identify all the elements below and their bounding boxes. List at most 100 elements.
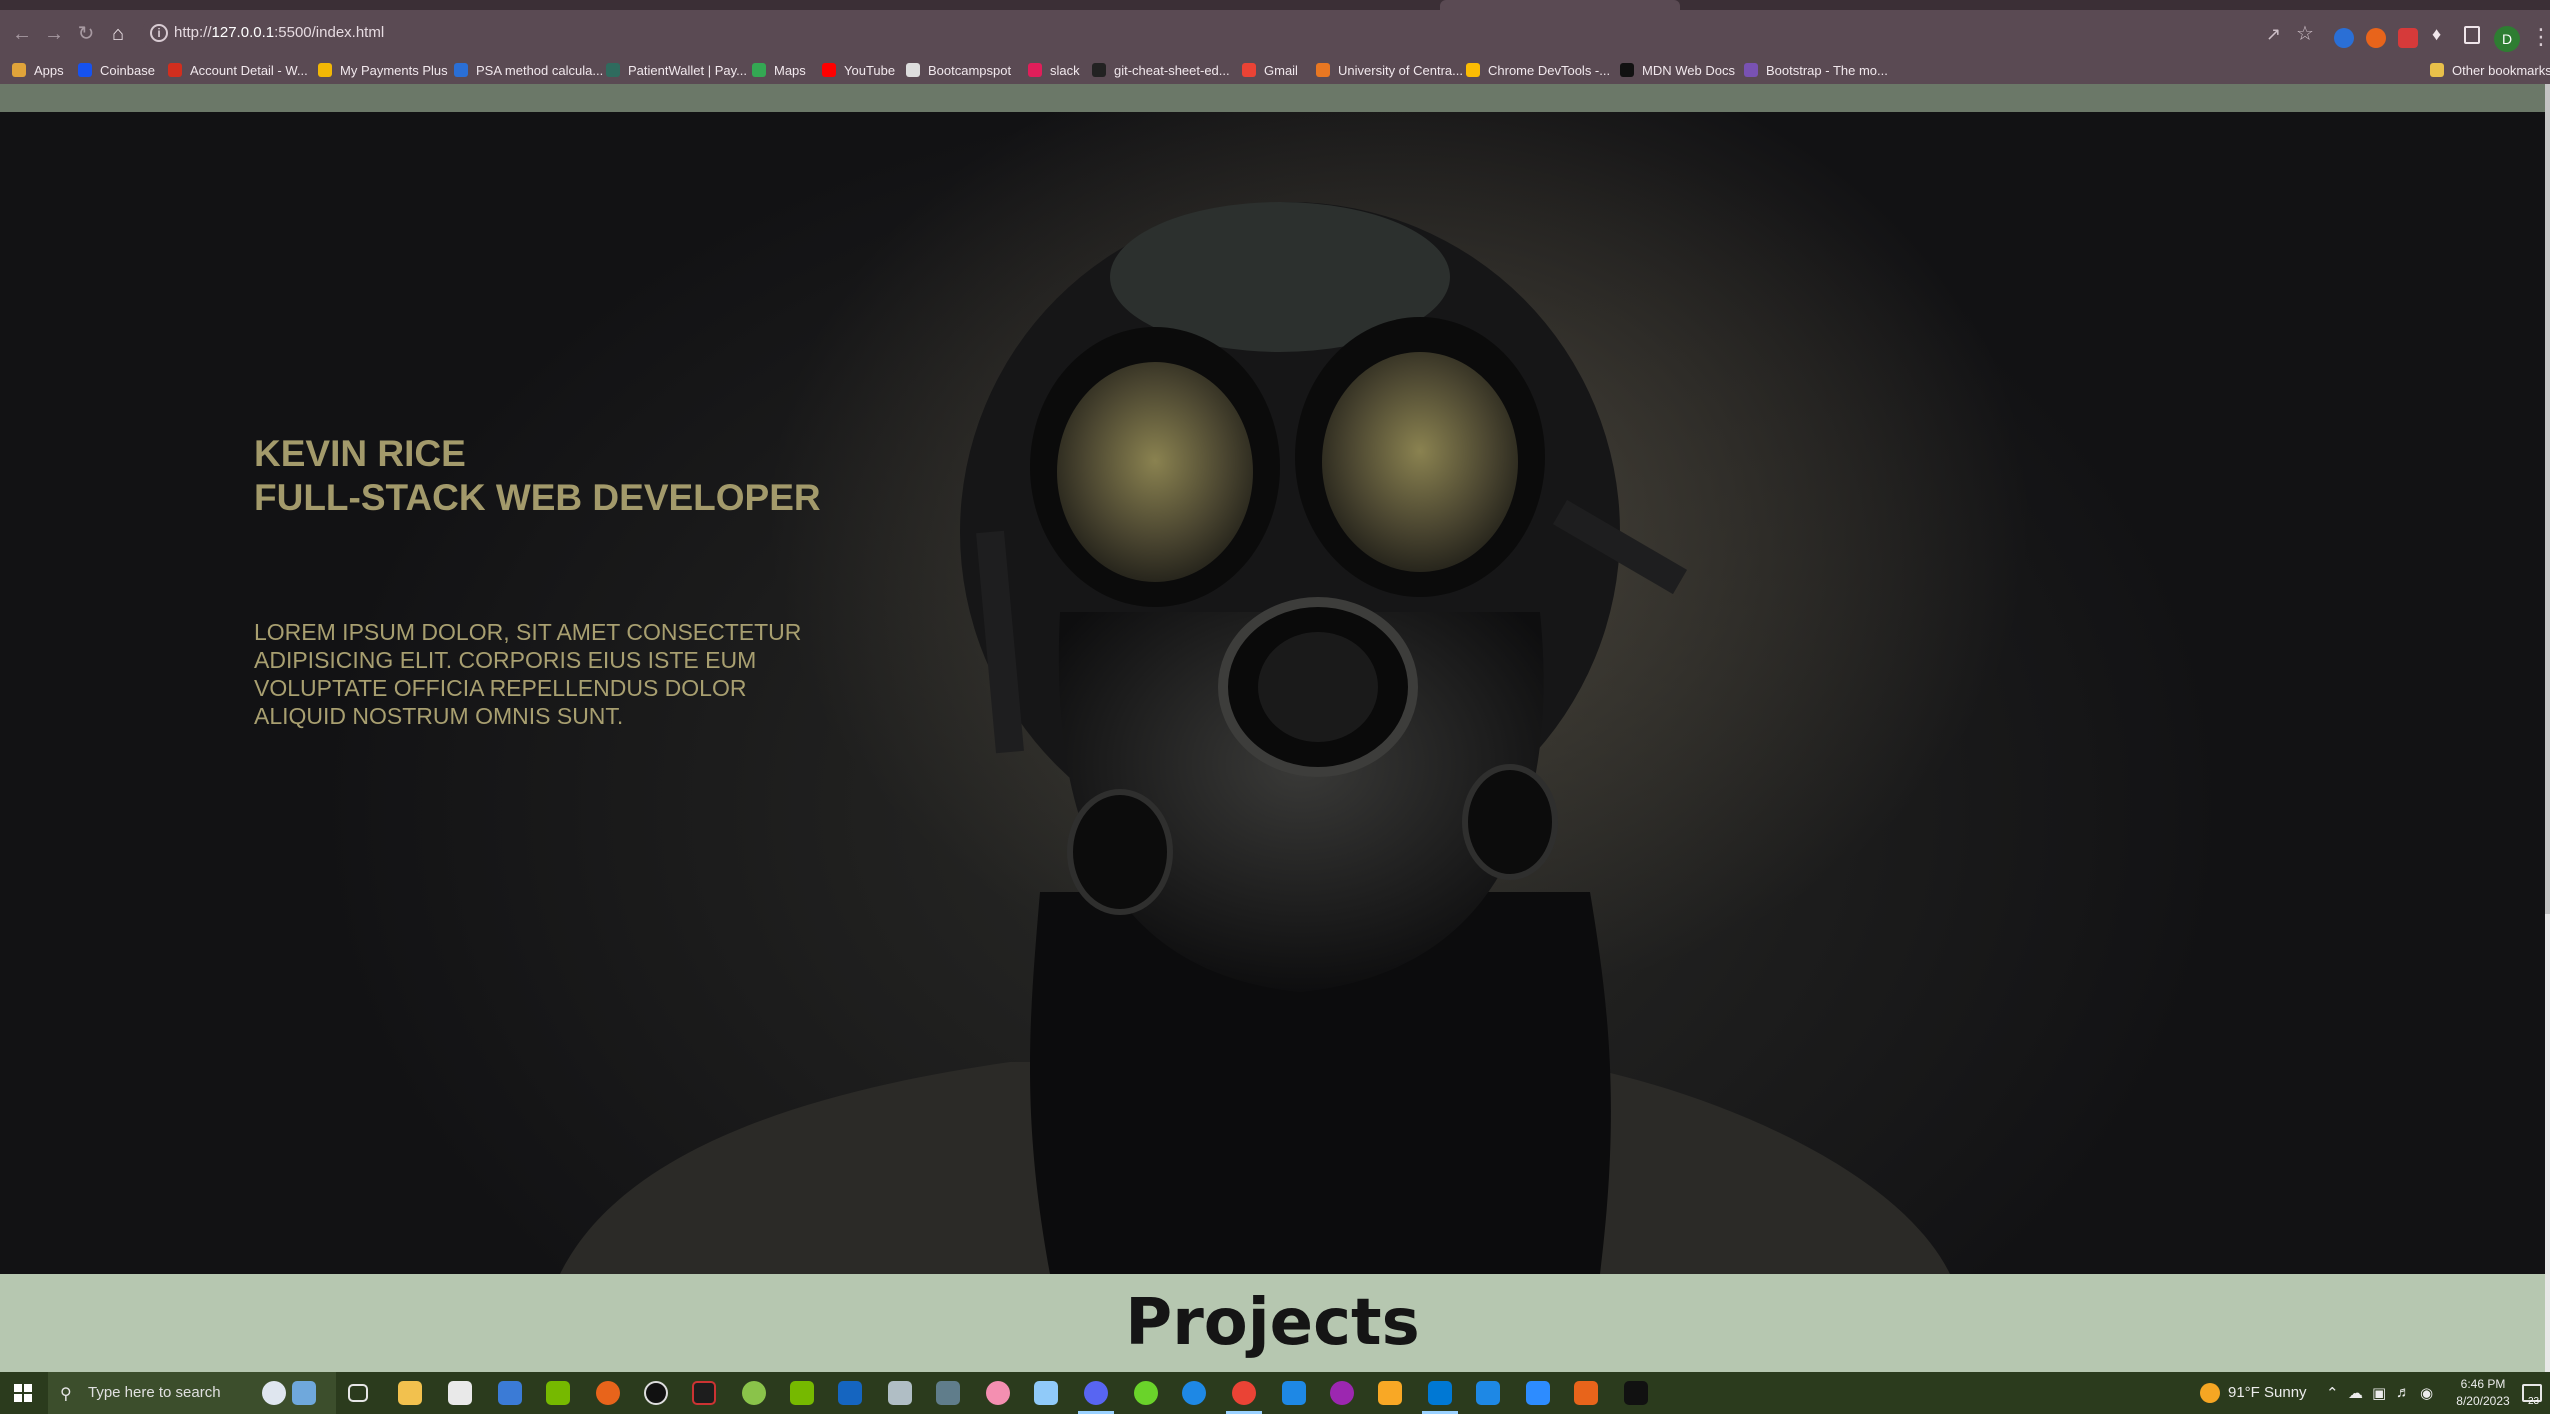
hero-name: KEVIN RICE [254,433,466,474]
profile-avatar[interactable]: D [2494,26,2520,52]
bookmark-label: PSA method calcula... [476,62,604,78]
bookmark-favicon-icon [1028,63,1042,77]
bookmark-item[interactable]: PSA method calcula... [454,61,603,79]
firefox-icon[interactable] [596,1381,620,1405]
extension-icon[interactable] [2334,28,2354,48]
volume-icon[interactable]: ♬ [2396,1384,2411,1401]
bookmark-item[interactable]: YouTube [822,61,895,79]
file-explorer-icon[interactable] [398,1381,422,1405]
bookmark-item[interactable]: Apps [12,61,64,79]
bookmark-item[interactable]: Bootstrap - The mo... [1744,61,1888,79]
bookmark-item[interactable]: MDN Web Docs [1620,61,1735,79]
zoom-icon[interactable] [1526,1381,1550,1405]
network-icon[interactable]: ▣ [2372,1384,2386,1402]
bookmark-favicon-icon [606,63,620,77]
scrollbar-thumb[interactable] [2545,84,2550,914]
home-icon[interactable]: ⌂ [106,22,130,46]
system-clock[interactable]: 6:46 PM 8/20/2023 [2448,1376,2518,1410]
bookmark-favicon-icon [1744,63,1758,77]
taskbar-app-icon[interactable] [1624,1381,1648,1405]
bookmark-item[interactable]: My Payments Plus [318,61,448,79]
bookmark-label: PatientWallet | Pay... [628,62,747,78]
extension-icon[interactable] [2398,28,2418,48]
tray-app-icon[interactable]: ◉ [2420,1384,2433,1402]
calculator-icon[interactable] [936,1381,960,1405]
puzzle-extensions-icon[interactable]: ♦ [2432,24,2441,45]
hero-blurb: LOREM IPSUM DOLOR, SIT AMET CONSECTETUR … [254,619,802,729]
xbox-icon[interactable] [1134,1381,1158,1405]
bookmark-item[interactable]: Chrome DevTools -... [1466,61,1610,79]
itunes-icon[interactable] [986,1381,1010,1405]
url-text[interactable]: http://127.0.0.1:5500/index.html [174,24,384,41]
reload-icon[interactable]: ↻ [74,22,98,46]
windows-start-icon[interactable] [14,1384,32,1402]
taskbar-app-icon[interactable] [292,1381,316,1405]
bookmarks-bar: Other bookmarks Apps Coinbase Account Deta… [0,56,2550,84]
bookmark-item[interactable]: Maps [752,61,806,79]
site-navbar [0,84,2545,112]
bookmark-star-icon[interactable]: ☆ [2296,21,2314,46]
page-scrollbar[interactable] [2545,84,2550,1372]
back-icon[interactable]: ← [10,22,34,46]
discord-icon[interactable] [1084,1381,1108,1405]
tray-chevron-icon[interactable]: ⌃ [2326,1384,2339,1402]
forward-icon[interactable]: → [42,22,66,46]
menu-kebab-icon[interactable]: ⋮ [2530,24,2550,50]
bookmark-label: Apps [34,62,64,78]
search-icon: ⚲ [60,1386,72,1403]
bookmark-favicon-icon [454,63,468,77]
github-icon[interactable] [1330,1381,1354,1405]
extension-icon[interactable] [2366,28,2386,48]
taskbar-app-icon[interactable] [1378,1381,1402,1405]
bookmark-label: Chrome DevTools -... [1488,62,1611,78]
address-bar[interactable]: i http://127.0.0.1:5500/index.html [142,16,2342,50]
store-icon[interactable] [448,1381,472,1405]
search-placeholder: Type here to search [88,1384,221,1401]
share-icon[interactable]: ↗ [2266,24,2281,45]
hero-section: KEVIN RICE FULL-STACK WEB DEVELOPER LORE… [0,112,2545,1274]
mail-icon[interactable] [498,1381,522,1405]
other-bookmarks[interactable]: Other bookmarks [2430,61,2550,79]
bookmark-favicon-icon [1092,63,1106,77]
hero-heading: KEVIN RICE FULL-STACK WEB DEVELOPER [254,432,874,520]
bookmark-item[interactable]: slack [1028,61,1080,79]
bookmark-favicon-icon [1466,63,1480,77]
taskbar-app-icon[interactable] [888,1381,912,1405]
weather-text[interactable]: 91°F Sunny [2228,1384,2307,1401]
taskbar-app-icon[interactable] [1034,1381,1058,1405]
gitlab-icon[interactable] [1574,1381,1598,1405]
bookmark-label: My Payments Plus [340,62,448,78]
bookmark-item[interactable]: University of Centra... [1316,61,1463,79]
side-panel-icon[interactable] [2464,26,2480,44]
chrome-icon[interactable] [1232,1381,1256,1405]
nvidia-icon[interactable] [790,1381,814,1405]
task-view-icon[interactable] [348,1384,368,1402]
bookmark-item[interactable]: Gmail [1242,61,1298,79]
taskbar-app-icon[interactable] [1282,1381,1306,1405]
nvidia-icon[interactable] [546,1381,570,1405]
vscode-icon[interactable] [1428,1381,1452,1405]
clock-date: 8/20/2023 [2456,1394,2510,1408]
weather-sun-icon[interactable] [2200,1383,2220,1403]
bookmark-item[interactable]: Coinbase [78,61,155,79]
bookmark-item[interactable]: git-cheat-sheet-ed... [1092,61,1230,79]
taskbar-app-icon[interactable] [644,1381,668,1405]
bookmark-item[interactable]: PatientWallet | Pay... [606,61,747,79]
bookmark-label: Gmail [1264,62,1298,78]
bookmark-favicon-icon [1620,63,1634,77]
edge-icon[interactable] [1182,1381,1206,1405]
site-info-icon[interactable]: i [150,24,168,42]
soccer-ball-icon[interactable] [262,1381,286,1405]
active-tab[interactable] [1440,0,1680,10]
xbox-icon[interactable] [742,1381,766,1405]
bookmark-label: slack [1050,62,1080,78]
bookmark-favicon-icon [318,63,332,77]
taskbar-app-icon[interactable] [1476,1381,1500,1405]
taskbar-app-icon[interactable] [838,1381,862,1405]
onedrive-icon[interactable]: ☁ [2348,1384,2363,1402]
bookmark-favicon-icon [168,63,182,77]
bookmark-label: Bootstrap - The mo... [1766,62,1888,78]
bookmark-item[interactable]: Bootcampspot [906,61,1011,79]
bookmark-item[interactable]: Account Detail - W... [168,61,308,79]
taskbar-app-icon[interactable] [692,1381,716,1405]
